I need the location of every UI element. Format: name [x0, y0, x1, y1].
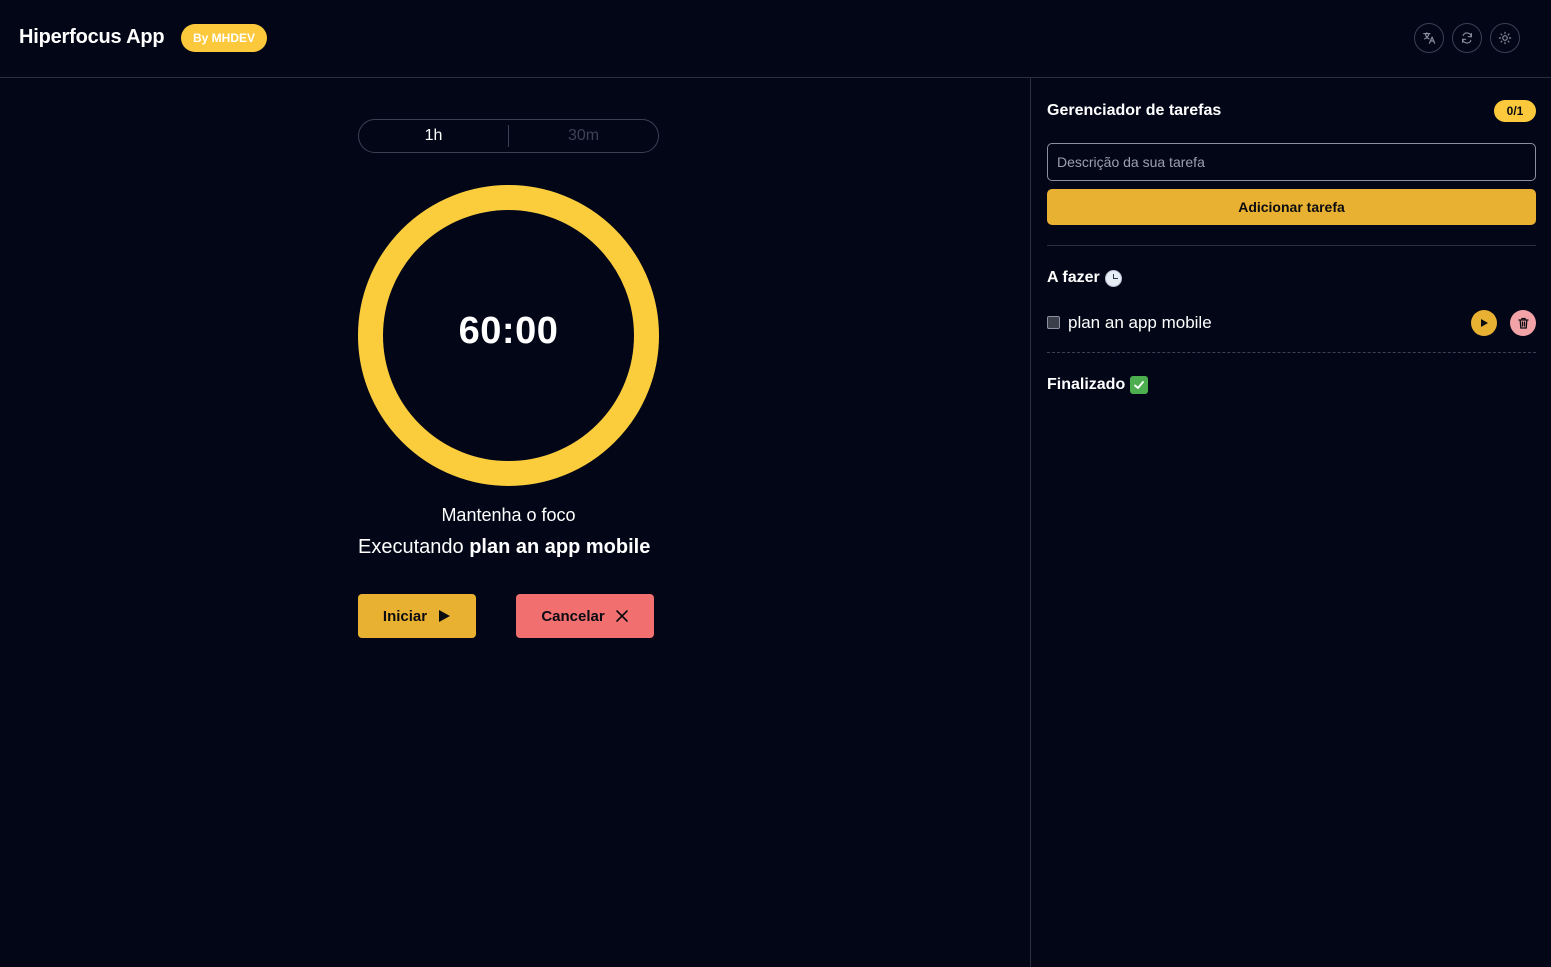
done-title-text: Finalizado	[1047, 376, 1126, 393]
close-icon	[615, 610, 628, 622]
start-task-button[interactable]	[1471, 310, 1497, 336]
language-button[interactable]	[1414, 23, 1444, 53]
executing-task-name: plan an app mobile	[469, 536, 651, 558]
cancel-button[interactable]: Cancelar	[516, 594, 654, 638]
task-count-badge: 0/1	[1494, 100, 1536, 122]
duration-option-1h[interactable]: 1h	[359, 120, 508, 152]
duration-option-30m[interactable]: 30m	[509, 120, 658, 152]
duration-toggle: 1h 30m	[358, 119, 659, 153]
play-icon	[439, 610, 451, 622]
cancel-button-label: Cancelar	[541, 607, 605, 625]
timer-display: 60:00	[458, 310, 559, 352]
todo-title-text: A fazer	[1047, 269, 1100, 286]
refresh-icon	[1462, 32, 1472, 44]
task-checkbox[interactable]	[1047, 316, 1060, 329]
theme-toggle-button[interactable]	[1490, 23, 1520, 53]
executing-prefix: Executando	[358, 536, 464, 558]
section-divider	[1047, 245, 1536, 246]
done-section-title: Finalizado	[1047, 376, 1149, 394]
refresh-button[interactable]	[1452, 23, 1482, 53]
start-button[interactable]: Iniciar	[358, 594, 476, 638]
sun-icon	[1498, 31, 1512, 45]
translate-icon	[1423, 32, 1436, 44]
check-icon	[1130, 376, 1149, 394]
task-manager-title: Gerenciador de tarefas	[1047, 102, 1222, 119]
add-task-button[interactable]: Adicionar tarefa	[1047, 189, 1536, 225]
executing-line: Executando plan an app mobile	[358, 536, 678, 559]
play-icon	[1481, 319, 1488, 327]
task-item: plan an app mobile	[1047, 308, 1536, 338]
trash-icon	[1517, 317, 1529, 329]
app-header: Hiperfocus App By MHDEV	[0, 0, 1551, 78]
app-title: Hiperfocus App	[19, 26, 165, 48]
panel-divider	[1030, 78, 1031, 967]
delete-task-button[interactable]	[1510, 310, 1536, 336]
task-list-separator	[1047, 352, 1536, 353]
focus-message: Mantenha o foco	[441, 505, 576, 525]
author-badge: By MHDEV	[181, 24, 268, 52]
start-button-label: Iniciar	[382, 607, 428, 625]
task-label: plan an app mobile	[1068, 313, 1212, 332]
task-description-input[interactable]	[1047, 143, 1536, 181]
todo-section-title: A fazer	[1047, 269, 1122, 287]
clock-icon	[1104, 269, 1122, 287]
